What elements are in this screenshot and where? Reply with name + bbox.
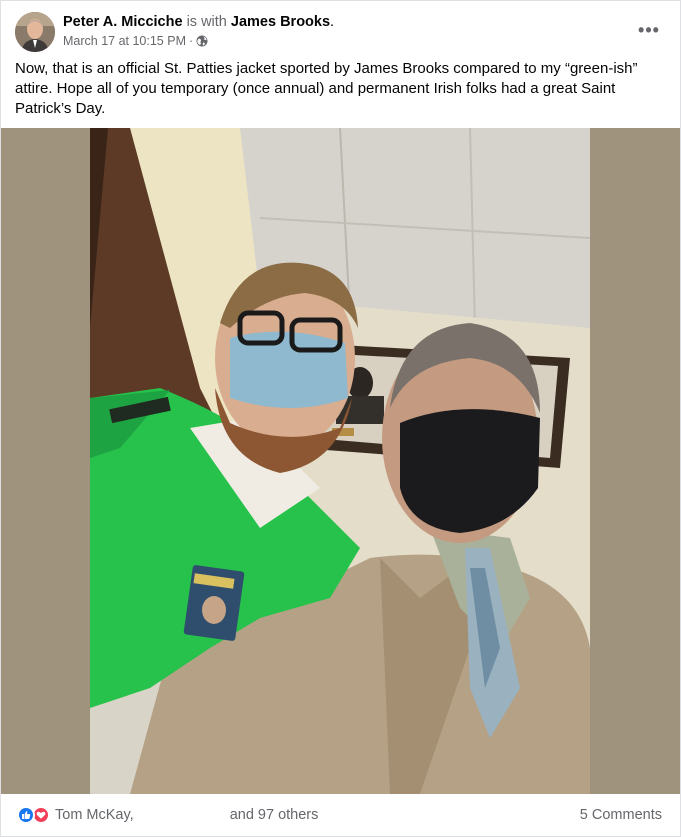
- tagged-suffix: .: [330, 14, 335, 30]
- post-text: Now, that is an official St. Patties jac…: [15, 60, 638, 117]
- post-meta: March 17 at 10:15 PM ·: [63, 33, 208, 49]
- avatar-image: [15, 12, 55, 52]
- post-footer: Tom McKay, and 97 others 5 Comments: [1, 794, 680, 837]
- author-line: Peter A. Micciche is with James Brooks.: [63, 13, 334, 31]
- post-photo[interactable]: [90, 128, 590, 794]
- author-name[interactable]: Peter A. Micciche: [63, 14, 183, 30]
- post-header: Peter A. Micciche is with James Brooks. …: [1, 1, 681, 57]
- globe-icon[interactable]: [196, 35, 208, 47]
- more-icon: •••: [638, 20, 660, 40]
- tagged-name[interactable]: James Brooks: [231, 14, 330, 30]
- facebook-post: Peter A. Micciche is with James Brooks. …: [0, 0, 681, 837]
- more-options-button[interactable]: •••: [634, 15, 664, 45]
- comments-count[interactable]: 5 Comments: [580, 807, 662, 823]
- selfie-photo: [90, 128, 590, 794]
- post-timestamp[interactable]: March 17 at 10:15 PM: [63, 33, 186, 49]
- with-text: is with: [186, 14, 227, 30]
- like-icon: [17, 806, 35, 824]
- reactions-summary[interactable]: Tom McKay, and 97 others: [17, 806, 318, 824]
- reaction-names[interactable]: Tom McKay, and 97 others: [55, 807, 318, 823]
- reactor-first[interactable]: Tom McKay,: [55, 807, 134, 823]
- photo-container[interactable]: [1, 128, 680, 794]
- author-avatar[interactable]: [15, 12, 55, 52]
- reactor-tail[interactable]: and 97 others: [230, 807, 319, 823]
- meta-separator: ·: [188, 34, 194, 48]
